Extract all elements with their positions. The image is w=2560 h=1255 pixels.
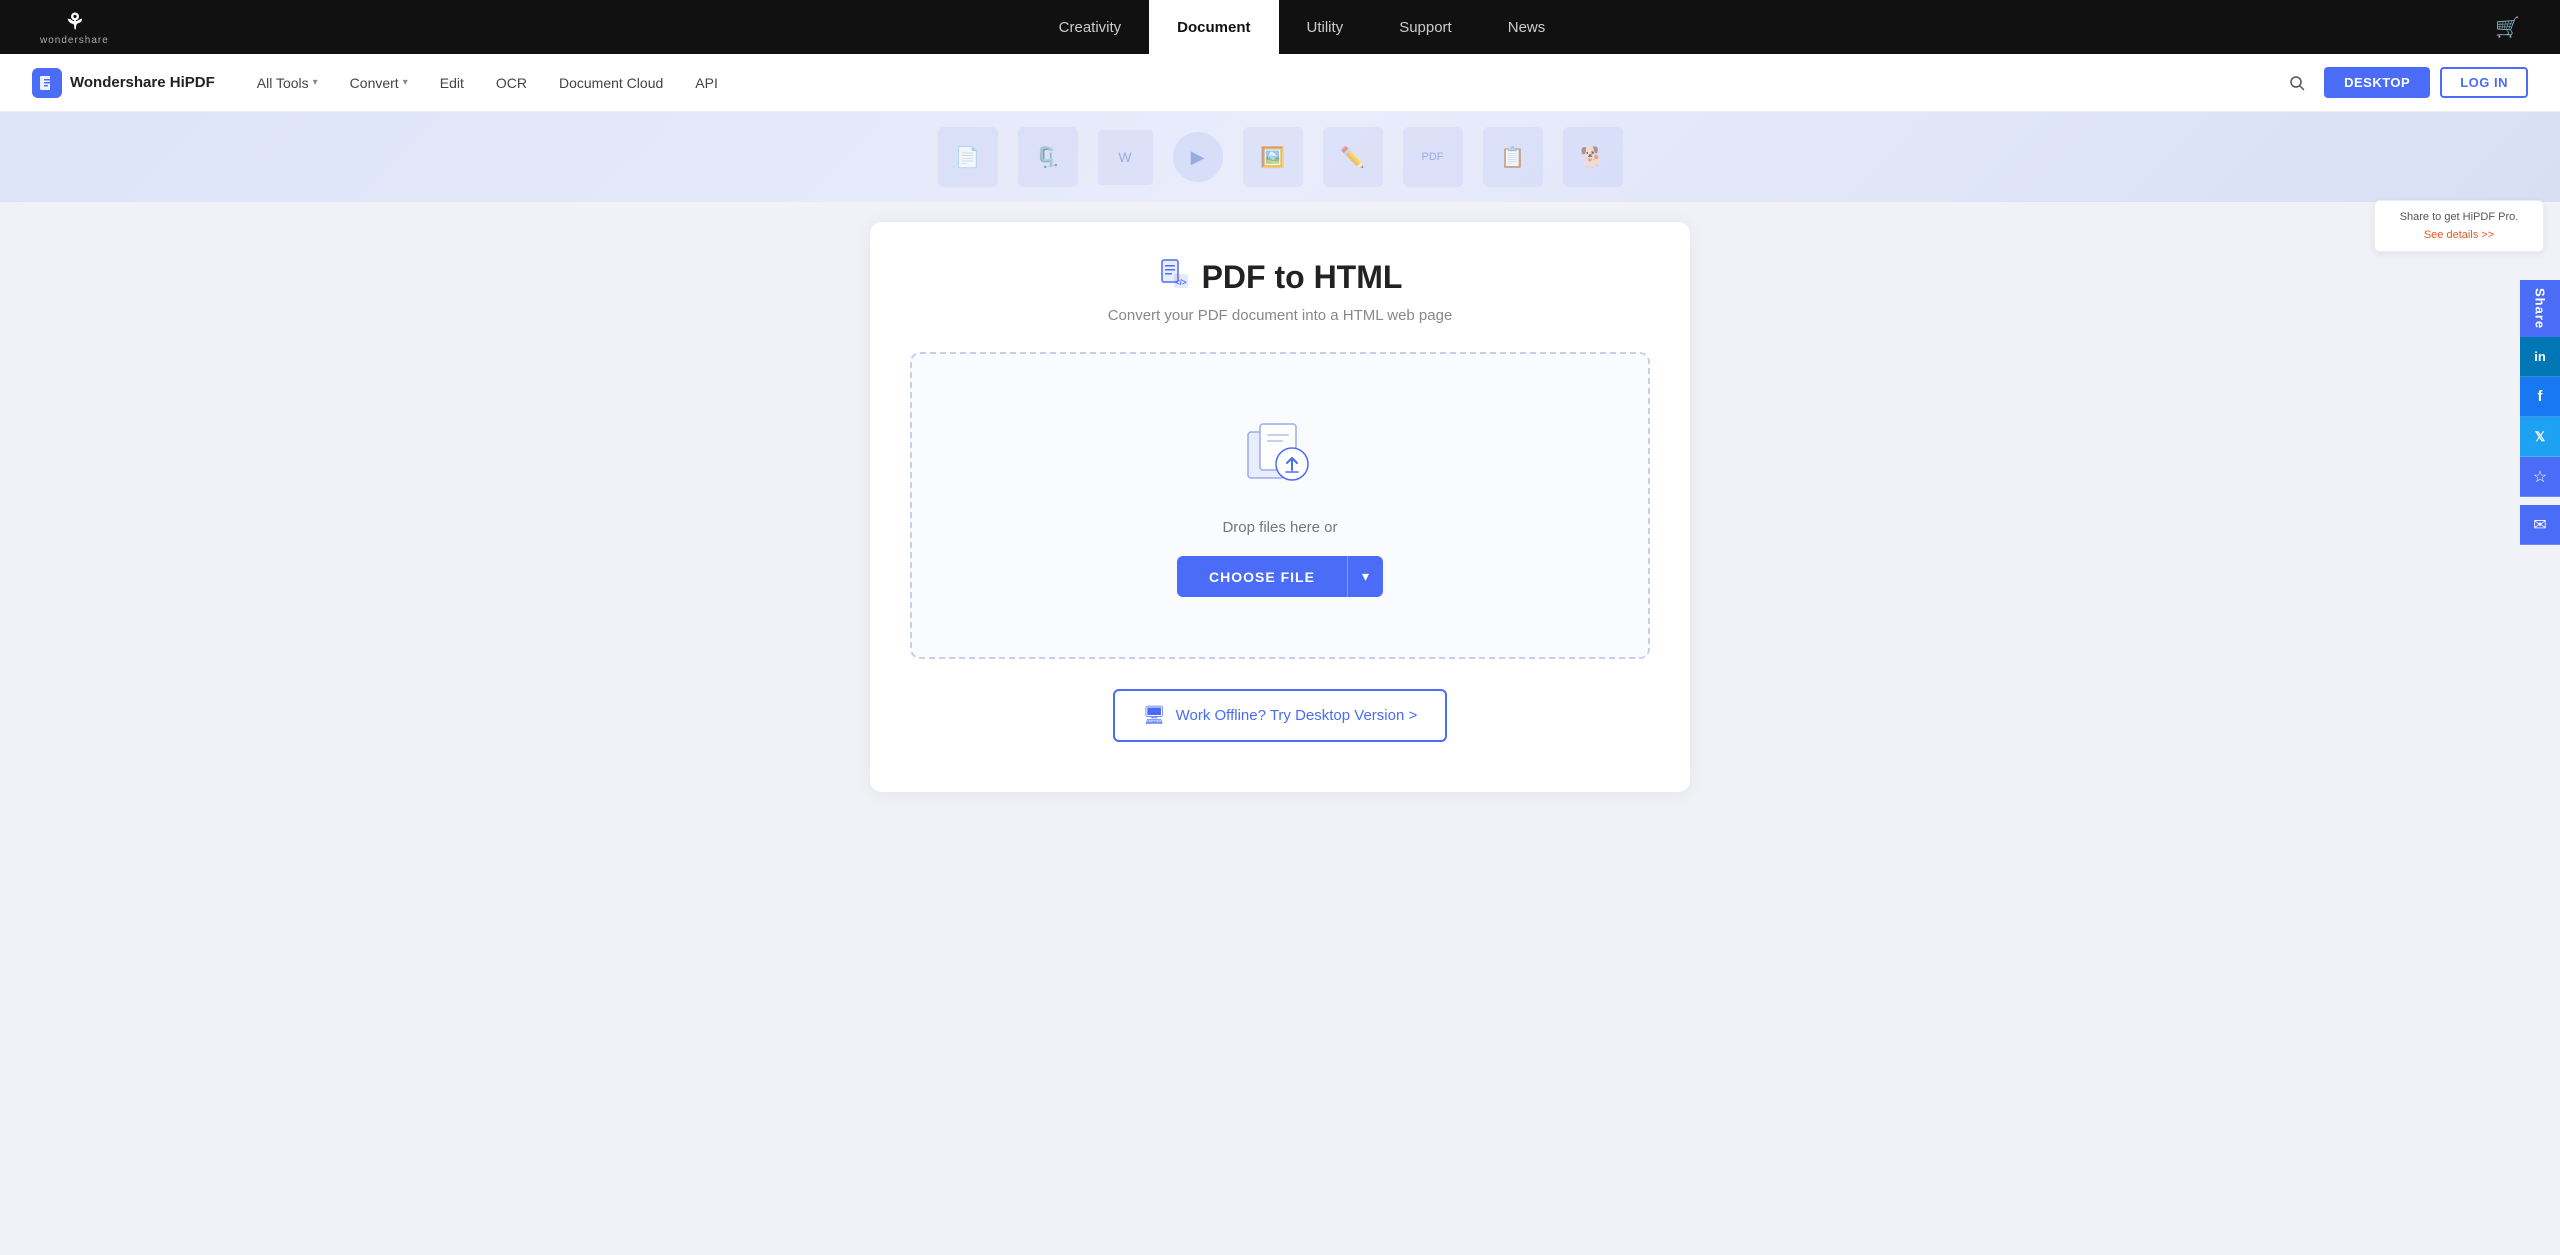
top-navigation: ⚘ wondershare Creativity Document Utilit… xyxy=(0,0,2560,54)
pdf-html-icon: </> xyxy=(1158,258,1190,297)
drop-text: Drop files here or xyxy=(1222,519,1337,536)
nav-edit[interactable]: Edit xyxy=(426,69,478,97)
nav-news[interactable]: News xyxy=(1480,0,1574,54)
hero-item-1: 📄 xyxy=(938,127,998,187)
email-share-button[interactable]: ✉ xyxy=(2520,505,2560,545)
twitter-share-button[interactable]: 𝕏 xyxy=(2520,417,2560,457)
hero-play-button[interactable]: ▶ xyxy=(1173,132,1223,182)
upload-icon xyxy=(1240,414,1320,499)
nav-api[interactable]: API xyxy=(681,69,732,97)
nav-all-tools[interactable]: All Tools ▾ xyxy=(243,69,332,97)
choose-file-button[interactable]: CHOOSE FILE xyxy=(1177,556,1347,597)
secondary-nav-links: All Tools ▾ Convert ▾ Edit OCR Document … xyxy=(243,69,2280,97)
share-sidebar: Share in f 𝕏 ☆ ✉ xyxy=(2520,280,2560,545)
nav-support[interactable]: Support xyxy=(1371,0,1480,54)
monitor-icon: 🖥 xyxy=(1143,705,1166,726)
hipdf-name: Wondershare HiPDF xyxy=(70,74,215,91)
hero-banner-content: 📄 🗜️ W ▶ 🖼️ ✏️ PDF 📋 🐕 xyxy=(938,127,1623,187)
secondary-nav-right: DESKTOP LOG IN xyxy=(2280,66,2528,100)
desktop-cta-link[interactable]: 🖥 Work Offline? Try Desktop Version > xyxy=(1113,689,1448,742)
choose-file-group: CHOOSE FILE ▾ xyxy=(1177,556,1383,597)
hero-item-6: PDF xyxy=(1403,127,1463,187)
nav-ocr[interactable]: OCR xyxy=(482,69,541,97)
top-nav-links: Creativity Document Utility Support News xyxy=(1031,0,1574,54)
hipdf-icon xyxy=(32,68,62,98)
pdf-html-title-icon: </> xyxy=(1158,258,1190,290)
hero-banner: 📄 🗜️ W ▶ 🖼️ ✏️ PDF 📋 🐕 xyxy=(0,112,2560,202)
desktop-cta-text: Work Offline? Try Desktop Version > xyxy=(1176,707,1418,724)
search-button[interactable] xyxy=(2280,66,2314,100)
page-subtitle: Convert your PDF document into a HTML we… xyxy=(910,307,1650,324)
login-button[interactable]: LOG IN xyxy=(2440,67,2528,98)
share-label[interactable]: Share xyxy=(2520,280,2560,337)
hero-item-2: 🗜️ xyxy=(1018,127,1078,187)
top-nav-right: 🛒 xyxy=(2495,15,2520,40)
hero-item-8: 🐕 xyxy=(1563,127,1623,187)
nav-document[interactable]: Document xyxy=(1149,0,1278,54)
facebook-icon: f xyxy=(2538,388,2543,405)
choose-file-dropdown-button[interactable]: ▾ xyxy=(1347,556,1383,597)
desktop-button[interactable]: DESKTOP xyxy=(2324,67,2430,98)
email-icon: ✉ xyxy=(2533,515,2546,535)
page-title: </> PDF to HTML xyxy=(910,258,1650,297)
facebook-share-button[interactable]: f xyxy=(2520,377,2560,417)
svg-text:</>: </> xyxy=(1175,278,1187,287)
star-icon: ☆ xyxy=(2533,467,2547,487)
cart-icon[interactable]: 🛒 xyxy=(2495,15,2520,40)
bookmark-button[interactable]: ☆ xyxy=(2520,457,2560,497)
hero-item-3: W xyxy=(1098,130,1153,185)
share-promo: Share to get HiPDF Pro. See details >> xyxy=(2374,200,2544,252)
wondershare-logo[interactable]: ⚘ wondershare xyxy=(40,9,109,46)
logo-icon: ⚘ xyxy=(65,9,84,35)
linkedin-icon: in xyxy=(2534,349,2546,364)
main-content: </> PDF to HTML Convert your PDF documen… xyxy=(0,202,2560,832)
share-promo-link[interactable]: See details >> xyxy=(2424,229,2494,241)
chevron-down-icon: ▾ xyxy=(313,77,318,88)
search-icon xyxy=(2289,75,2305,91)
logo-text: wondershare xyxy=(40,35,109,46)
nav-document-cloud[interactable]: Document Cloud xyxy=(545,69,677,97)
secondary-navigation: Wondershare HiPDF All Tools ▾ Convert ▾ … xyxy=(0,54,2560,112)
hipdf-brand[interactable]: Wondershare HiPDF xyxy=(32,68,215,98)
drop-zone[interactable]: Drop files here or CHOOSE FILE ▾ xyxy=(910,352,1650,659)
twitter-icon: 𝕏 xyxy=(2535,429,2545,445)
nav-utility[interactable]: Utility xyxy=(1279,0,1372,54)
nav-creativity[interactable]: Creativity xyxy=(1031,0,1150,54)
hero-item-5: ✏️ xyxy=(1323,127,1383,187)
hero-item-4: 🖼️ xyxy=(1243,127,1303,187)
hero-item-7: 📋 xyxy=(1483,127,1543,187)
chevron-down-icon: ▾ xyxy=(1362,568,1369,585)
chevron-down-icon: ▾ xyxy=(403,77,408,88)
linkedin-share-button[interactable]: in xyxy=(2520,337,2560,377)
upload-svg-icon xyxy=(1240,414,1320,494)
nav-convert[interactable]: Convert ▾ xyxy=(336,69,422,97)
share-promo-text: Share to get HiPDF Pro. xyxy=(2389,211,2529,223)
converter-card: </> PDF to HTML Convert your PDF documen… xyxy=(870,222,1690,792)
